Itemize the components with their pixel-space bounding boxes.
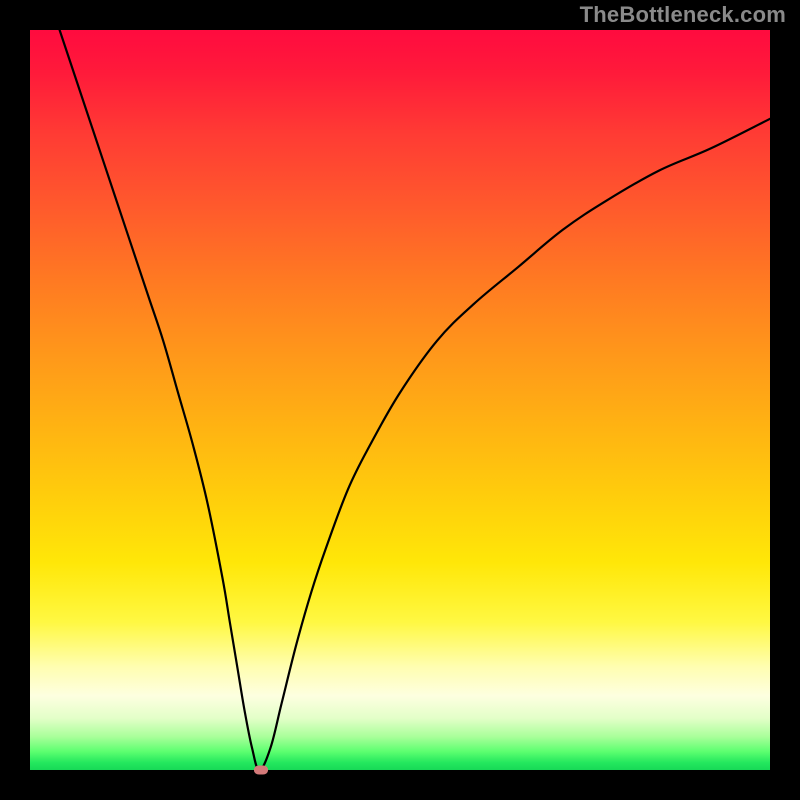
minimum-marker bbox=[254, 766, 268, 775]
bottleneck-curve-path bbox=[60, 30, 770, 770]
watermark-text: TheBottleneck.com bbox=[580, 2, 786, 28]
bottleneck-curve-svg bbox=[30, 30, 770, 770]
chart-frame: TheBottleneck.com bbox=[0, 0, 800, 800]
